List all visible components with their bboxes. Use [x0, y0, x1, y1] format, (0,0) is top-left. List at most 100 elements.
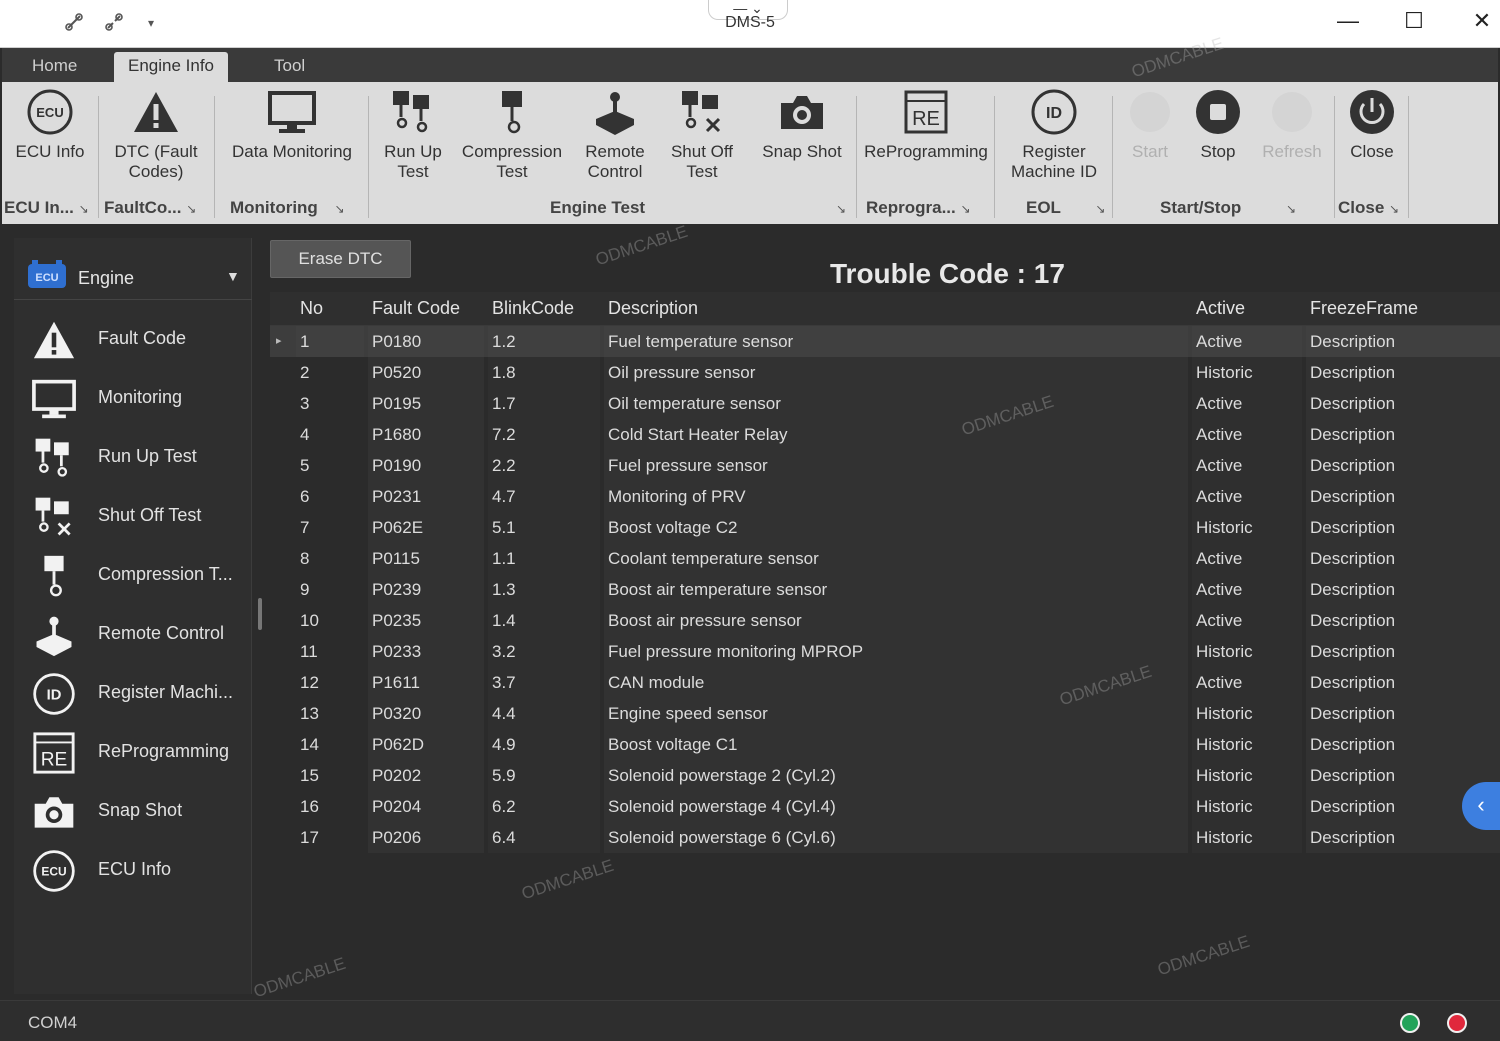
cell-description: Boost voltage C2	[604, 512, 1188, 543]
cell-freeze-frame[interactable]: Description	[1306, 822, 1500, 853]
cell-freeze-frame[interactable]: Description	[1306, 419, 1500, 450]
ecu-icon: ECU	[30, 847, 78, 895]
sidebar-scrollbar[interactable]	[258, 598, 262, 630]
cell-freeze-frame[interactable]: Description	[1306, 667, 1500, 698]
col-freeze-frame[interactable]: FreezeFrame	[1306, 292, 1500, 326]
cell-freeze-frame[interactable]: Description	[1306, 512, 1500, 543]
dtc-button[interactable]: DTC (Fault Codes)	[102, 88, 210, 182]
start-button[interactable]: Start	[1120, 88, 1180, 162]
close-button[interactable]: Close	[1342, 88, 1402, 162]
table-row[interactable]: 8 P0115 1.1 Coolant temperature sensor Activ…	[270, 543, 1500, 574]
cell-active: Active	[1192, 543, 1302, 574]
run-up-test-button[interactable]: Run Up Test	[376, 88, 450, 182]
table-row[interactable]: 2 P0520 1.8 Oil pressure sensor Historic Desc…	[270, 357, 1500, 388]
row-selector	[276, 791, 292, 822]
table-row[interactable]: 7 P062E 5.1 Boost voltage C2 Historic Descrip…	[270, 512, 1500, 543]
remote-control-button[interactable]: Remote Control	[576, 88, 654, 182]
cell-blink-code: 1.2	[488, 326, 600, 357]
cell-freeze-frame[interactable]: Description	[1306, 605, 1500, 636]
table-row[interactable]: 16 P0204 6.2 Solenoid powerstage 4 (Cyl.4) H…	[270, 791, 1500, 822]
tab-tool[interactable]: Tool	[260, 52, 319, 82]
table-row[interactable]: 6 P0231 4.7 Monitoring of PRV Active Descript…	[270, 481, 1500, 512]
table-row[interactable]: 10 P0235 1.4 Boost air pressure sensor Activ…	[270, 605, 1500, 636]
tab-home[interactable]: Home	[18, 52, 91, 82]
cell-blink-code: 3.2	[488, 636, 600, 667]
table-row[interactable]: 14 P062D 4.9 Boost voltage C1 Historic Descri…	[270, 729, 1500, 760]
sidebar-engine-dropdown[interactable]: ECU Engine ▼	[14, 256, 252, 300]
snap-shot-button[interactable]: Snap Shot	[754, 88, 850, 162]
sidebar-item-reprogramming[interactable]: RE ReProgramming	[14, 723, 252, 782]
cell-blink-code: 4.9	[488, 729, 600, 760]
id-icon: ID	[30, 670, 78, 718]
sidebar-item-ecu-info[interactable]: ECU ECU Info	[14, 841, 252, 900]
cell-blink-code: 6.4	[488, 822, 600, 853]
col-description[interactable]: Description	[604, 292, 1188, 326]
table-row[interactable]: ▸ 1 P0180 1.2 Fuel temperature sensor Active D…	[270, 326, 1500, 357]
minimize-button[interactable]: —	[1328, 8, 1368, 34]
cell-description: Monitoring of PRV	[604, 481, 1188, 512]
col-blink-code[interactable]: BlinkCode	[488, 292, 600, 326]
cell-no: 17	[300, 828, 319, 847]
table-row[interactable]: 11 P0233 3.2 Fuel pressure monitoring MPROP…	[270, 636, 1500, 667]
sidebar-item-monitoring[interactable]: Monitoring	[14, 369, 252, 428]
sidebar-item-register-machine[interactable]: ID Register Machi...	[14, 664, 252, 723]
data-monitoring-button[interactable]: Data Monitoring	[224, 88, 360, 162]
cell-freeze-frame[interactable]: Description	[1306, 450, 1500, 481]
close-window-button[interactable]: ✕	[1462, 8, 1500, 34]
table-header: No Fault Code BlinkCode Description Acti…	[270, 292, 1500, 326]
table-row[interactable]: 4 P1680 7.2 Cold Start Heater Relay Active De…	[270, 419, 1500, 450]
cell-description: Oil pressure sensor	[604, 357, 1188, 388]
cell-blink-code: 6.2	[488, 791, 600, 822]
engine-test-launcher[interactable]: ↘	[836, 198, 846, 218]
table-row[interactable]: 12 P1611 3.7 CAN module Active Description	[270, 667, 1500, 698]
table-row[interactable]: 17 P0206 6.4 Solenoid powerstage 6 (Cyl.6) H…	[270, 822, 1500, 853]
erase-dtc-button[interactable]: Erase DTC	[270, 240, 411, 278]
table-row[interactable]: 9 P0239 1.3 Boost air temperature sensor Act…	[270, 574, 1500, 605]
reprogramming-button[interactable]: RE ReProgramming	[864, 88, 988, 162]
compression-test-button[interactable]: Compression Test	[458, 88, 566, 182]
cell-no: 8	[300, 549, 310, 568]
cell-freeze-frame[interactable]: Description	[1306, 481, 1500, 512]
joystick-icon	[596, 92, 634, 135]
tab-engine-info[interactable]: Engine Info	[114, 52, 229, 82]
stop-button[interactable]: Stop	[1188, 88, 1248, 162]
sidebar-item-compression-test[interactable]: Compression T...	[14, 546, 252, 605]
col-fault-code[interactable]: Fault Code	[368, 292, 484, 326]
cell-freeze-frame[interactable]: Description	[1306, 543, 1500, 574]
refresh-button[interactable]: Refresh	[1256, 88, 1328, 162]
cell-freeze-frame[interactable]: Description	[1306, 729, 1500, 760]
cell-fault-code: P0235	[368, 605, 484, 636]
shut-off-test-button[interactable]: Shut Off Test	[662, 88, 742, 182]
ecu-info-button[interactable]: ECU ECU Info	[10, 88, 90, 162]
table-row[interactable]: 5 P0190 2.2 Fuel pressure sensor Active Descr…	[270, 450, 1500, 481]
ecu-icon: ECU	[27, 89, 73, 135]
sidebar-item-run-up-test[interactable]: Run Up Test	[14, 428, 252, 487]
cell-fault-code: P0206	[368, 822, 484, 853]
col-active[interactable]: Active	[1192, 292, 1302, 326]
maximize-button[interactable]: ☐	[1394, 8, 1434, 34]
cell-freeze-frame[interactable]: Description	[1306, 698, 1500, 729]
table-row[interactable]: 15 P0202 5.9 Solenoid powerstage 2 (Cyl.2) H…	[270, 760, 1500, 791]
sidebar-item-shut-off-test[interactable]: Shut Off Test	[14, 487, 252, 546]
cell-freeze-frame[interactable]: Description	[1306, 357, 1500, 388]
camera-icon	[781, 96, 823, 129]
cell-no: 6	[300, 487, 310, 506]
sidebar-item-remote-control[interactable]: Remote Control	[14, 605, 252, 664]
table-body: ▸ 1 P0180 1.2 Fuel temperature sensor Active D…	[270, 326, 1500, 853]
sidebar-item-fault-code[interactable]: Fault Code	[14, 310, 252, 369]
cell-fault-code: P0195	[368, 388, 484, 419]
cell-active: Active	[1192, 481, 1302, 512]
cell-freeze-frame[interactable]: Description	[1306, 574, 1500, 605]
cell-description: Fuel pressure sensor	[604, 450, 1188, 481]
register-machine-id-button[interactable]: ID Register Machine ID	[1002, 88, 1106, 182]
cell-no: 11	[300, 642, 318, 661]
cell-freeze-frame[interactable]: Description	[1306, 388, 1500, 419]
fault-code-table: No Fault Code BlinkCode Description Acti…	[270, 292, 1500, 853]
col-no[interactable]: No	[296, 292, 364, 326]
sidebar-item-snap-shot[interactable]: Snap Shot	[14, 782, 252, 841]
cell-freeze-frame[interactable]: Description	[1306, 326, 1500, 357]
cell-freeze-frame[interactable]: Description	[1306, 636, 1500, 667]
table-row[interactable]: 3 P0195 1.7 Oil temperature sensor Active Des…	[270, 388, 1500, 419]
table-row[interactable]: 13 P0320 4.4 Engine speed sensor Historic Des…	[270, 698, 1500, 729]
cell-description: CAN module	[604, 667, 1188, 698]
